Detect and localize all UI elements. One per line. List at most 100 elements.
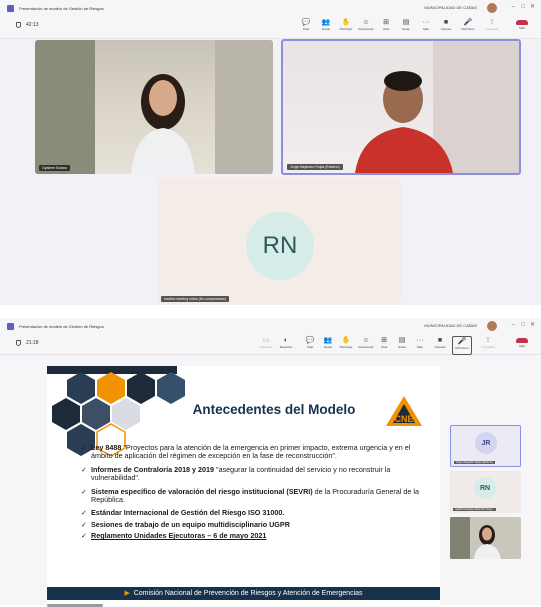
raise-hand-button[interactable]: ✋ Participar	[336, 336, 356, 355]
close-icon[interactable]: ✕	[530, 4, 535, 10]
notes-icon: ▤	[402, 19, 410, 26]
window-title: Presentación de modelo de Gestión de Rie…	[19, 5, 104, 11]
controls-button[interactable]: ▭ Controles	[256, 336, 276, 355]
reaction-icon-2: ◐	[283, 337, 289, 344]
leave-icon	[516, 20, 528, 25]
participant-name: Jorge Alejandro Rojas (Externo)	[454, 461, 495, 464]
people-icon: 👥	[321, 19, 331, 26]
teams-window-bottom: Presentación de modelo de Gestión de Rie…	[0, 318, 541, 607]
raise-hand-icon: ✋	[341, 337, 351, 344]
participant-avatar: RN	[246, 212, 314, 280]
slide-bullet: ✓ Informes de Contraloría 2018 y 2019 "as…	[81, 464, 391, 483]
meeting-timer: 42:13	[26, 22, 39, 28]
leave-button[interactable]: Salir	[512, 336, 532, 355]
organization-name[interactable]: MUNICIPALIDAD DE CAÑAS	[424, 323, 477, 328]
share-button[interactable]: ⇪ Compartir	[478, 336, 498, 355]
teams-app-icon	[7, 322, 14, 330]
check-icon: ✓	[81, 519, 88, 529]
raise-hand-button[interactable]: ✋ Participar	[336, 18, 356, 37]
teams-window-top: Presentación de modelo de Gestión de Rie…	[0, 0, 541, 305]
meeting-timer: 21:18	[26, 340, 39, 346]
people-button[interactable]: 👥 Gente	[318, 336, 338, 355]
organization-name[interactable]: MUNICIPALIDAD DE CAÑAS	[424, 5, 477, 10]
share-button[interactable]: ⇪ Compartir	[482, 18, 502, 37]
side-participant-tile[interactable]: RN madrid meeting notes (No comp...	[450, 471, 521, 513]
slide-title: Antecedentes del Modelo	[192, 402, 356, 417]
close-icon[interactable]: ✕	[530, 322, 535, 328]
participant-name: madrid meeting notes (No comp...	[453, 508, 497, 511]
more-button[interactable]: ··· Más	[416, 18, 436, 37]
view-icon: ⊞	[381, 337, 387, 344]
leave-button[interactable]: Salir	[512, 18, 532, 37]
side-participant-tile[interactable]	[450, 517, 521, 559]
window-title: Presentación de modelo de Gestión de Rie…	[19, 323, 104, 329]
view-button[interactable]: ⊞ Vista	[374, 336, 394, 355]
raise-hand-icon: ✋	[341, 19, 351, 26]
view-button[interactable]: ⊞ Vista	[376, 18, 396, 37]
check-icon: ✓	[81, 464, 88, 474]
mic-button[interactable]: 🎤 Micrófono	[458, 18, 478, 37]
participant-video	[450, 517, 501, 559]
participant-avatar: JR	[475, 432, 497, 454]
slide-bullet: ✓ Estándar Internacional de Gestión del R…	[81, 508, 285, 518]
reaction-icon: ☺	[362, 337, 370, 344]
maximize-icon[interactable]: □	[521, 322, 525, 328]
camera-icon: ■	[437, 337, 443, 344]
title-bar: Presentación de modelo de Gestión de Rie…	[0, 0, 541, 16]
check-icon: ✓	[81, 486, 88, 496]
minimize-icon[interactable]: –	[512, 322, 515, 328]
user-avatar[interactable]	[487, 321, 497, 331]
people-icon: 👥	[323, 337, 333, 344]
title-bar: Presentación de modelo de Gestión de Rie…	[0, 318, 541, 334]
cne-logo-text: CNE	[394, 414, 413, 424]
participant-tile-active[interactable]: Jorge Alejandro Rojas (Externo)	[281, 39, 521, 175]
shield-icon	[16, 22, 21, 28]
slide-bullet: ✓ Ley 8488 "Proyectos para la atención de…	[81, 443, 411, 461]
mic-icon: 🎤	[463, 19, 473, 26]
meeting-toolbar: 21:18 ▭ Controles ◐ Reacción 💬 Chat 👥 Gente …	[0, 334, 541, 355]
react-button[interactable]: ☺ Reaccionar	[356, 336, 376, 355]
participant-video	[35, 40, 273, 174]
share-icon: ⇪	[485, 337, 491, 344]
check-icon: ✓	[81, 508, 88, 518]
slide-footer: ▶ Comisión Nacional de Prevención de Rie…	[47, 587, 440, 600]
more-icon: ···	[416, 337, 424, 344]
camera-button[interactable]: ■ Cámara	[436, 18, 456, 37]
more-button[interactable]: ··· Más	[410, 336, 430, 355]
notes-button[interactable]: ▤ Notas	[396, 18, 416, 37]
participant-tile[interactable]: Oyalene Solano	[35, 40, 273, 174]
check-icon: ✓	[81, 443, 88, 452]
check-icon: ✓	[81, 531, 88, 541]
shared-slide: Antecedentes del Modelo CNE ✓ Ley 8488 "P…	[47, 366, 440, 605]
arrow-right-icon: ▶	[124, 590, 130, 597]
minimize-icon[interactable]: –	[512, 4, 515, 10]
side-participant-tile[interactable]: JR Jorge Alejandro Rojas (Externo)	[450, 425, 521, 467]
shield-icon	[16, 340, 21, 346]
maximize-icon[interactable]: □	[521, 4, 525, 10]
participant-avatar: RN	[474, 477, 496, 499]
react-button[interactable]: ☺ Reaccionar	[356, 18, 376, 37]
mic-button[interactable]: 🎤 Micrófono	[452, 336, 472, 355]
reaction-button[interactable]: ◐ Reacción	[276, 336, 296, 355]
mic-icon: 🎤	[457, 338, 467, 345]
participant-name: madrid meeting notes (No comprobado)	[161, 296, 229, 302]
user-avatar[interactable]	[487, 3, 497, 13]
chat-button[interactable]: 💬 Chat	[296, 18, 316, 37]
chat-icon: 💬	[305, 337, 315, 344]
participant-name: Jorge Alejandro Rojas (Externo)	[287, 164, 343, 170]
camera-button[interactable]: ■ Cámara	[430, 336, 450, 355]
teams-app-icon	[7, 4, 14, 12]
whiteboard-icon: ▭	[262, 337, 270, 344]
leave-icon	[516, 338, 528, 343]
meeting-toolbar: 42:13 💬 Chat 👥 Gente ✋ Participar ☺ Reaccion…	[0, 16, 541, 39]
notes-button[interactable]: ▤ Notas	[392, 336, 412, 355]
people-button[interactable]: 👥 Gente	[316, 18, 336, 37]
reaction-icon: ☺	[362, 19, 370, 26]
chat-icon: 💬	[301, 19, 311, 26]
slide-bullet: ✓ Reglamento Unidades Ejecutoras – 6 de m…	[81, 531, 267, 541]
slide-bullet: ✓ Sistema específico de valoración del ri…	[81, 486, 419, 505]
slide-bullet-list: ✓ Ley 8488 "Proyectos para la atención de…	[81, 443, 426, 546]
slide-bullet: ✓ Sesiones de trabajo de un equipo multid…	[81, 519, 290, 529]
camera-icon: ■	[443, 19, 449, 26]
chat-button[interactable]: 💬 Chat	[300, 336, 320, 355]
